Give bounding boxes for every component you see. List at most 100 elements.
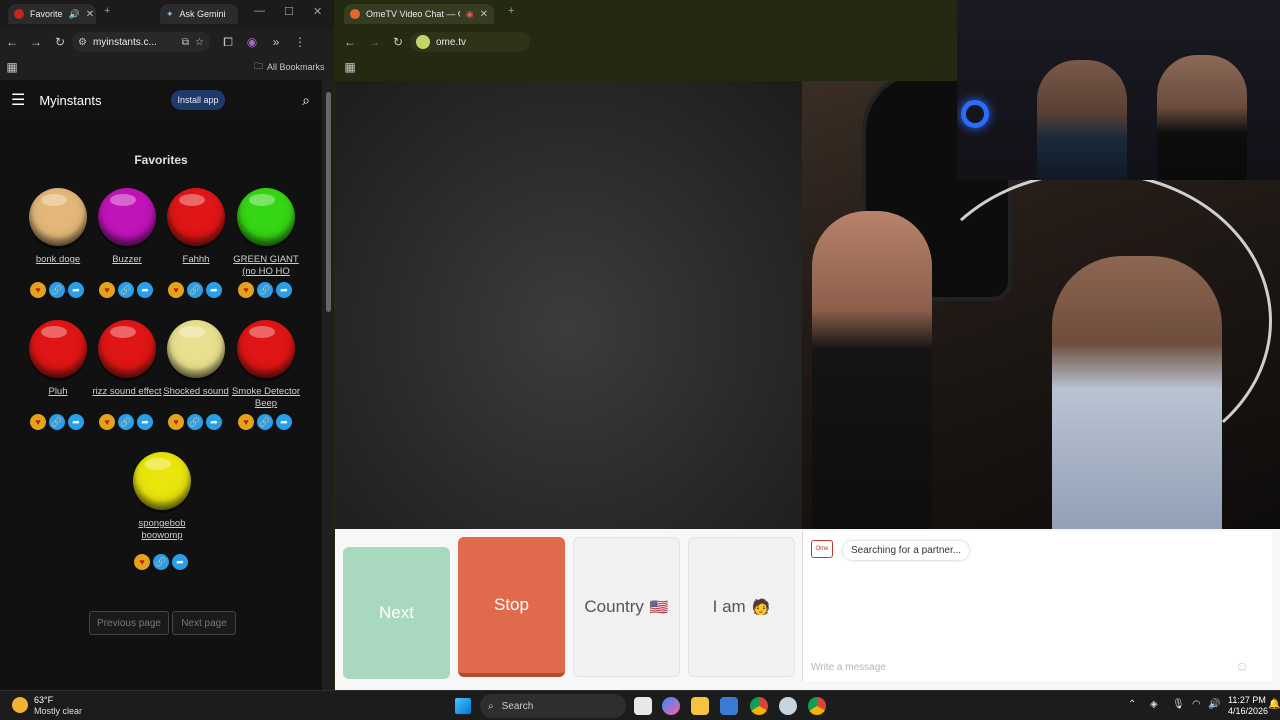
- copy-link-icon[interactable]: 🔗: [153, 554, 169, 570]
- site-title[interactable]: Myinstants: [39, 93, 101, 108]
- chevron-right-icon[interactable]: »: [264, 35, 288, 49]
- favorite-heart-icon[interactable]: ♥: [168, 414, 184, 430]
- copy-link-icon[interactable]: 🔗: [118, 414, 134, 430]
- extensions-icon[interactable]: ⧠: [216, 35, 240, 50]
- weather-text[interactable]: Mostly clear: [34, 706, 82, 716]
- sound-play-button[interactable]: [237, 320, 295, 378]
- forward-icon-right[interactable]: →: [362, 35, 386, 49]
- share-icon[interactable]: ➦: [137, 414, 153, 430]
- gender-button[interactable]: I am 🧑: [688, 537, 795, 677]
- task-view-icon[interactable]: [634, 697, 652, 715]
- sound-play-button[interactable]: [98, 320, 156, 378]
- wifi-icon[interactable]: ◠: [1192, 699, 1201, 710]
- copy-link-icon[interactable]: 🔗: [257, 414, 273, 430]
- sound-play-button[interactable]: [133, 452, 191, 510]
- close-window-icon[interactable]: ✕: [313, 5, 322, 18]
- favorite-heart-icon[interactable]: ♥: [99, 282, 115, 298]
- new-tab-icon[interactable]: +: [104, 5, 110, 17]
- sound-label-link[interactable]: bonk doge: [23, 254, 93, 266]
- share-icon[interactable]: ➦: [206, 414, 222, 430]
- reload-icon[interactable]: ↻: [48, 35, 72, 49]
- share-icon[interactable]: ➦: [172, 554, 188, 570]
- store-icon[interactable]: [720, 697, 738, 715]
- share-icon[interactable]: ➦: [68, 282, 84, 298]
- copy-link-icon[interactable]: 🔗: [187, 414, 203, 430]
- copy-link-icon[interactable]: 🔗: [49, 282, 65, 298]
- install-icon[interactable]: ⧉: [182, 37, 189, 48]
- sound-label-link[interactable]: GREEN GIANT (no HO HO: [231, 254, 301, 278]
- favorite-heart-icon[interactable]: ♥: [99, 414, 115, 430]
- tray-chevron-icon[interactable]: ⌃: [1128, 699, 1136, 710]
- forward-icon[interactable]: →: [24, 35, 48, 49]
- sound-play-button[interactable]: [167, 188, 225, 246]
- back-icon[interactable]: ←: [0, 35, 24, 49]
- start-icon[interactable]: [455, 698, 471, 714]
- tab-close-icon[interactable]: ✕: [86, 9, 94, 20]
- sound-play-button[interactable]: [167, 320, 225, 378]
- left-scrollbar[interactable]: [322, 80, 334, 690]
- tab-myinstants[interactable]: Favorite 🔊 ✕: [8, 4, 96, 24]
- sound-label-link[interactable]: spongebob boowomp: [127, 518, 197, 542]
- copy-link-icon[interactable]: 🔗: [49, 414, 65, 430]
- sound-label-link[interactable]: rizz sound effect: [92, 386, 162, 398]
- hamburger-menu-icon[interactable]: ☰: [11, 90, 25, 110]
- emoji-icon[interactable]: ☺: [1235, 658, 1249, 674]
- apps-grid-icon-right[interactable]: ▦: [338, 60, 362, 74]
- sound-play-button[interactable]: [29, 320, 87, 378]
- volume-icon[interactable]: 🔊: [1208, 699, 1220, 710]
- temperature[interactable]: 63°F: [34, 695, 53, 705]
- tab-ometv-close-icon[interactable]: ✕: [480, 9, 488, 20]
- share-icon[interactable]: ➦: [276, 414, 292, 430]
- sound-label-link[interactable]: Fahhh: [161, 254, 231, 266]
- install-app-button[interactable]: Install app: [171, 90, 225, 110]
- all-bookmarks-label[interactable]: All Bookmarks: [267, 62, 325, 72]
- scrollbar-thumb[interactable]: [326, 92, 331, 312]
- mic-icon[interactable]: 🎙: [1172, 699, 1185, 710]
- tab-ask-gemini[interactable]: ✦ Ask Gemini: [160, 4, 238, 24]
- tab-ometv[interactable]: OmeTV Video Chat — Ome ◉ ✕: [344, 4, 494, 24]
- right-address-bar[interactable]: ome.tv: [410, 32, 530, 52]
- clock-date[interactable]: 4/16/2026: [1228, 706, 1268, 716]
- previous-page-button[interactable]: Previous page: [89, 611, 169, 635]
- sound-play-button[interactable]: [98, 188, 156, 246]
- profile-icon[interactable]: ◉: [240, 35, 264, 49]
- sound-label-link[interactable]: Shocked sound: [161, 386, 231, 398]
- share-icon[interactable]: ➦: [206, 282, 222, 298]
- file-explorer-icon[interactable]: [691, 697, 709, 715]
- stop-button[interactable]: Stop: [458, 537, 565, 677]
- chrome-icon-2[interactable]: [808, 697, 826, 715]
- bookmark-star-icon[interactable]: ☆: [195, 37, 204, 48]
- sound-label-link[interactable]: Smoke Detector Beep: [231, 386, 301, 410]
- clock-time[interactable]: 11:27 PM: [1228, 695, 1266, 705]
- next-button[interactable]: Next: [343, 547, 450, 679]
- tray-app-icon[interactable]: ◈: [1150, 699, 1158, 710]
- chrome-icon-1[interactable]: [750, 697, 768, 715]
- sound-label-link[interactable]: Pluh: [23, 386, 93, 398]
- next-page-button[interactable]: Next page: [172, 611, 236, 635]
- favorite-heart-icon[interactable]: ♥: [238, 414, 254, 430]
- share-icon[interactable]: ➦: [276, 282, 292, 298]
- copy-link-icon[interactable]: 🔗: [257, 282, 273, 298]
- left-address-bar[interactable]: ⚙ myinstants.c... ⧉ ☆: [72, 32, 210, 52]
- favorite-heart-icon[interactable]: ♥: [168, 282, 184, 298]
- notification-bell-icon[interactable]: 🔔: [1268, 699, 1280, 710]
- sound-play-button[interactable]: [29, 188, 87, 246]
- steam-icon[interactable]: [779, 697, 797, 715]
- menu-dots-icon[interactable]: ⋮: [288, 35, 312, 49]
- favorite-heart-icon[interactable]: ♥: [238, 282, 254, 298]
- new-tab-icon-right[interactable]: +: [508, 5, 514, 17]
- sound-play-button[interactable]: [237, 188, 295, 246]
- copy-link-icon[interactable]: 🔗: [118, 282, 134, 298]
- favorite-heart-icon[interactable]: ♥: [134, 554, 150, 570]
- copilot-icon[interactable]: [662, 697, 680, 715]
- message-input[interactable]: Write a message: [811, 662, 1231, 673]
- share-icon[interactable]: ➦: [137, 282, 153, 298]
- country-button[interactable]: Country 🇺🇸: [573, 537, 680, 677]
- apps-grid-icon[interactable]: ▦: [0, 60, 24, 74]
- favorite-heart-icon[interactable]: ♥: [30, 414, 46, 430]
- taskbar-search[interactable]: ⌕ Search: [480, 694, 626, 718]
- share-icon[interactable]: ➦: [68, 414, 84, 430]
- reload-icon-right[interactable]: ↻: [386, 35, 410, 49]
- back-icon-right[interactable]: ←: [338, 35, 362, 49]
- search-icon[interactable]: ⌕: [302, 92, 310, 109]
